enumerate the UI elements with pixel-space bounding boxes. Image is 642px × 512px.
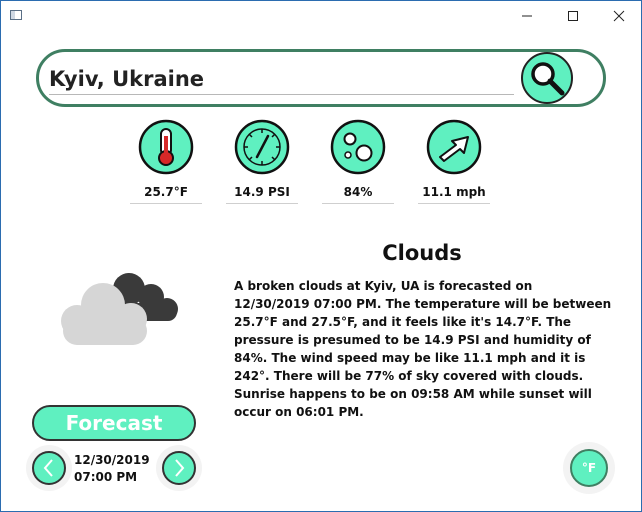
cloud-icon bbox=[61, 273, 178, 345]
weather-description: A broken clouds at Kyiv, UA is forecaste… bbox=[234, 279, 612, 419]
gauge-icon bbox=[234, 119, 290, 175]
close-button[interactable] bbox=[596, 1, 641, 31]
chevron-left-icon bbox=[43, 459, 53, 477]
humidity-value: 84% bbox=[343, 185, 373, 199]
pressure-underline bbox=[226, 203, 298, 204]
humidity-underline bbox=[322, 203, 394, 204]
minimize-button[interactable] bbox=[504, 1, 550, 31]
search-input[interactable] bbox=[49, 64, 514, 95]
arrow-icon bbox=[426, 119, 482, 175]
chevron-right-icon bbox=[175, 459, 185, 477]
app-icon bbox=[10, 10, 22, 20]
previous-forecast-button[interactable] bbox=[32, 451, 66, 485]
forecast-time: 07:00 PM bbox=[74, 470, 138, 484]
forecast-button[interactable]: Forecast bbox=[32, 405, 196, 441]
pressure-value: 14.9 PSI bbox=[234, 185, 290, 199]
close-icon bbox=[613, 10, 625, 22]
temperature-value: 25.7°F bbox=[144, 185, 188, 199]
bubbles-icon bbox=[330, 119, 386, 175]
search-button[interactable] bbox=[521, 52, 573, 104]
search-bar bbox=[36, 49, 606, 107]
wind-value: 11.1 mph bbox=[422, 185, 486, 199]
title-bar bbox=[1, 1, 641, 31]
maximize-button[interactable] bbox=[550, 1, 596, 31]
minimize-icon bbox=[522, 15, 532, 17]
unit-toggle-button[interactable]: °F bbox=[570, 449, 608, 487]
thermometer-icon bbox=[138, 119, 194, 175]
app-window: 25.7°F 14.9 PSI bbox=[0, 0, 642, 512]
next-forecast-button[interactable] bbox=[162, 451, 196, 485]
maximize-icon bbox=[568, 11, 578, 21]
temperature-underline bbox=[130, 203, 202, 204]
wind-underline bbox=[418, 203, 490, 204]
condition-title: Clouds bbox=[382, 241, 462, 265]
magnifier-icon bbox=[531, 62, 565, 96]
forecast-date: 12/30/2019 bbox=[74, 453, 150, 467]
